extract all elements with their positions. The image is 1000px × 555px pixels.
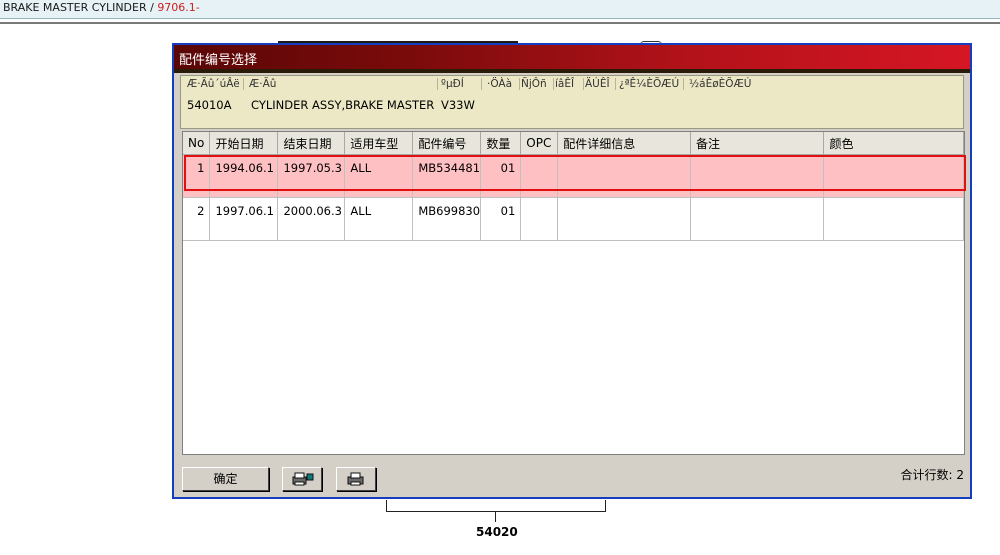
- cell-part-number: MB699830: [412, 197, 482, 241]
- cell-end-date: 1997.05.3: [277, 154, 346, 198]
- ok-button[interactable]: 确定: [182, 467, 269, 491]
- cell-note: [690, 154, 825, 198]
- row-count-label: 合计行数: 2: [900, 468, 965, 482]
- info-header: Æ·Ãû´úÂë: [187, 78, 244, 90]
- column-header[interactable]: 开始日期: [209, 132, 279, 155]
- cell-part-number: MB534481: [412, 154, 482, 198]
- cell-quantity: 01: [480, 154, 522, 198]
- print-preview-button[interactable]: [282, 467, 322, 491]
- table-row[interactable]: 1 1994.06.1 1997.05.3 ALL MB534481 01: [183, 154, 964, 198]
- cell-color: [823, 197, 964, 241]
- cell-start-date: 1994.06.1: [209, 154, 279, 198]
- part-info-panel: Æ·Ãû´úÂë Æ·Ãû ºµÐÍ ·ÖÀà ÑjÔñ íâÊÎ ÄÚÊÎ ¿…: [180, 75, 964, 129]
- info-header: ¿ªÊ¼ÈÕÆÚ: [619, 78, 684, 90]
- divider: [0, 22, 1000, 24]
- printer-icon: [347, 472, 364, 486]
- column-header[interactable]: 数量: [480, 132, 522, 155]
- info-header: ÄÚÊÎ: [585, 78, 616, 90]
- info-model: V33W: [441, 98, 475, 112]
- parts-grid[interactable]: No 开始日期 结束日期 适用车型 配件编号 数量 OPC 配件详细信息 备注 …: [182, 131, 966, 455]
- column-header[interactable]: No: [183, 132, 211, 155]
- dialog-strip: [174, 69, 970, 73]
- cell-end-date: 2000.06.3: [277, 197, 346, 241]
- column-header[interactable]: 配件编号: [412, 132, 482, 155]
- breadcrumb: BRAKE MASTER CYLINDER / 9706.1-: [3, 1, 200, 14]
- info-name: CYLINDER ASSY,BRAKE MASTER: [251, 98, 435, 112]
- info-header: ·ÖÀà: [487, 78, 520, 90]
- column-header[interactable]: 颜色: [823, 132, 964, 155]
- cell-no: 1: [183, 154, 211, 198]
- column-header[interactable]: OPC: [520, 132, 559, 155]
- dialog-titlebar[interactable]: 配件编号选择: [174, 45, 970, 69]
- cell-detail: [557, 197, 691, 241]
- table-header-row: No 开始日期 结束日期 适用车型 配件编号 数量 OPC 配件详细信息 备注 …: [183, 132, 964, 155]
- callout-bracket: [386, 500, 606, 512]
- table-row[interactable]: 2 1997.06.1 2000.06.3 ALL MB699830 01: [183, 197, 964, 241]
- cell-model: ALL: [344, 154, 414, 198]
- cell-model: ALL: [344, 197, 414, 241]
- info-header: ºµÐÍ: [441, 78, 482, 90]
- column-header[interactable]: 配件详细信息: [557, 132, 691, 155]
- column-header[interactable]: 结束日期: [277, 132, 346, 155]
- info-header: íâÊÎ: [555, 78, 584, 90]
- info-header: ½áÊøÈÕÆÚ: [689, 78, 752, 90]
- breadcrumb-code[interactable]: 9706.1-: [157, 1, 199, 14]
- callout-stem: [495, 512, 496, 522]
- cell-start-date: 1997.06.1: [209, 197, 279, 241]
- info-header: Æ·Ãû: [249, 78, 438, 90]
- print-preview-icon: [292, 472, 314, 486]
- part-number-dialog: 配件编号选择 Æ·Ãû´úÂë Æ·Ãû ºµÐÍ ·ÖÀà ÑjÔñ íâÊÎ…: [172, 43, 972, 499]
- cell-opc: [520, 154, 559, 198]
- breadcrumb-bar: BRAKE MASTER CYLINDER / 9706.1-: [0, 0, 1000, 19]
- print-button[interactable]: [336, 467, 376, 491]
- info-code: 54010A: [187, 98, 232, 112]
- breadcrumb-path: BRAKE MASTER CYLINDER /: [3, 1, 158, 14]
- cell-no: 2: [183, 197, 211, 241]
- info-header: ÑjÔñ: [521, 78, 554, 90]
- column-header[interactable]: 备注: [690, 132, 825, 155]
- cell-opc: [520, 197, 559, 241]
- cell-quantity: 01: [480, 197, 522, 241]
- cell-note: [690, 197, 825, 241]
- cell-detail: [557, 154, 691, 198]
- column-header[interactable]: 适用车型: [344, 132, 414, 155]
- cell-color: [823, 154, 964, 198]
- figure-caption: 54020: [476, 525, 518, 539]
- parts-table: No 开始日期 结束日期 适用车型 配件编号 数量 OPC 配件详细信息 备注 …: [183, 132, 964, 241]
- dialog-title: 配件编号选择: [179, 53, 258, 68]
